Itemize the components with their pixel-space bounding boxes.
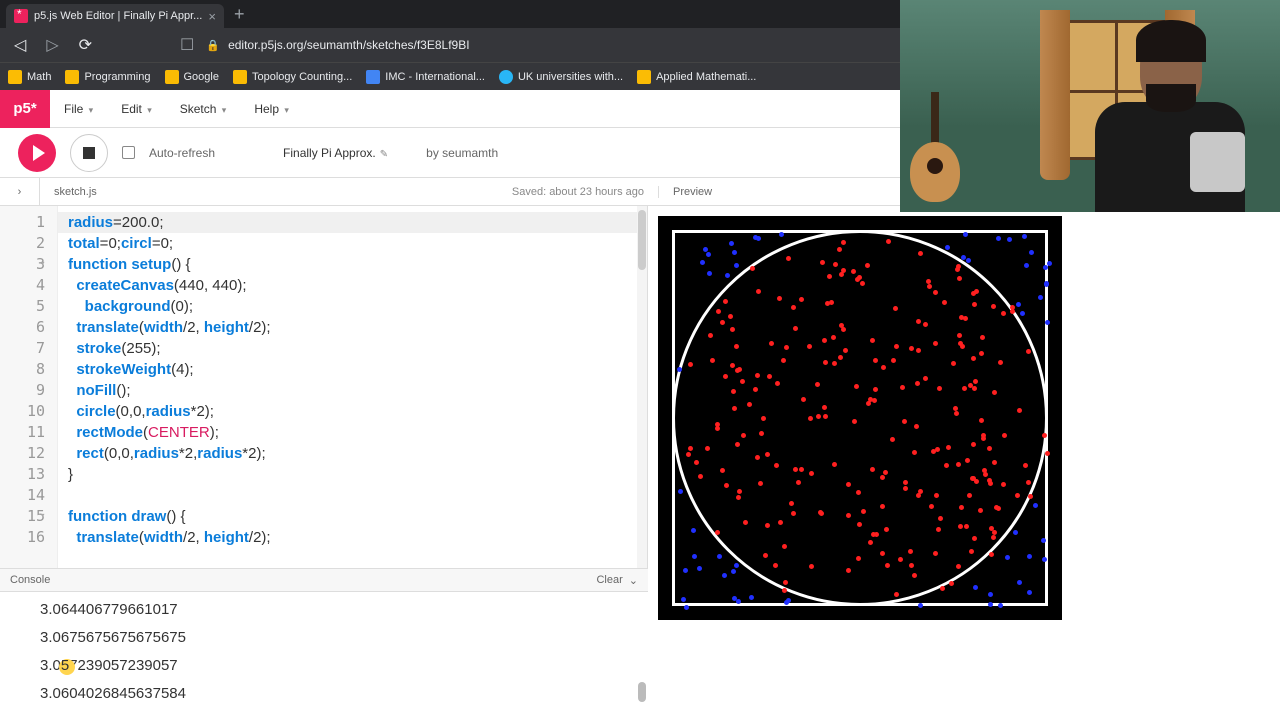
edit-name-icon[interactable]: ✎ xyxy=(380,149,388,160)
bookmark-label: UK universities with... xyxy=(518,71,623,83)
tab-title: p5.js Web Editor | Finally Pi Appr... xyxy=(34,10,202,22)
menu-help[interactable]: Help ▾ xyxy=(240,102,303,116)
url-text: editor.p5js.org/seumamth/sketches/f3E8Lf… xyxy=(228,38,469,52)
bookmark-page-icon[interactable]: ☐ xyxy=(180,35,194,55)
play-button[interactable] xyxy=(18,134,56,172)
bookmark-icon xyxy=(233,70,247,84)
forward-button: ▷ xyxy=(42,35,62,55)
webcam-overlay xyxy=(900,0,1280,212)
close-tab-icon[interactable]: × xyxy=(208,9,216,24)
bookmark-item[interactable]: IMC - International... xyxy=(366,70,485,84)
bookmark-label: Math xyxy=(27,71,51,83)
console-scrollbar[interactable] xyxy=(638,682,646,702)
author-byline: by seumamth xyxy=(426,146,498,160)
code-area[interactable]: radius=200.0; total=0;circl=0; function … xyxy=(58,206,647,568)
sidebar-toggle[interactable]: › xyxy=(0,178,40,206)
bookmark-label: Programming xyxy=(84,71,150,83)
console-line: 3.0604026845637584 xyxy=(40,680,648,708)
bookmark-label: Applied Mathemati... xyxy=(656,71,756,83)
file-tab-sketch[interactable]: sketch.js xyxy=(40,186,111,198)
preview-pane xyxy=(648,206,1280,568)
bookmark-item[interactable]: Programming xyxy=(65,70,150,84)
p5-favicon xyxy=(14,9,28,23)
p5-logo[interactable]: p5* xyxy=(0,90,50,128)
bookmark-icon xyxy=(366,70,380,84)
auto-refresh-label: Auto-refresh xyxy=(149,146,215,160)
console-clear-button[interactable]: Clear xyxy=(596,574,622,586)
console-title: Console xyxy=(10,574,50,586)
console-line: 3.057239057239057 xyxy=(40,652,648,680)
bookmark-icon xyxy=(637,70,651,84)
bookmark-item[interactable]: Applied Mathemati... xyxy=(637,70,756,84)
stop-button[interactable] xyxy=(70,134,108,172)
bookmark-item[interactable]: Google xyxy=(165,70,219,84)
bookmark-item[interactable]: Math xyxy=(8,70,51,84)
bookmark-icon xyxy=(8,70,22,84)
back-button[interactable]: ◁ xyxy=(10,35,30,55)
canvas-circle xyxy=(672,230,1048,606)
main-split: 12345678910111213141516 radius=200.0; to… xyxy=(0,206,1280,568)
console-line: 3.064406779661017 xyxy=(40,596,648,624)
url-field[interactable]: 🔒 editor.p5js.org/seumamth/sketches/f3E8… xyxy=(206,38,469,52)
bookmark-icon xyxy=(165,70,179,84)
bookmark-item[interactable]: UK universities with... xyxy=(499,70,623,84)
lock-icon: 🔒 xyxy=(206,39,220,52)
console-line: 3.0675675675675675 xyxy=(40,624,648,652)
menu-file[interactable]: File ▾ xyxy=(50,102,107,116)
saved-status: Saved: about 23 hours ago xyxy=(498,186,658,198)
console-collapse-icon[interactable]: ⌄ xyxy=(629,574,638,587)
menu-sketch[interactable]: Sketch ▾ xyxy=(166,102,241,116)
console-output[interactable]: 3.0644067796610173.06756756756756753.057… xyxy=(0,592,648,708)
reload-button[interactable]: ⟳ xyxy=(75,35,96,55)
menu-edit[interactable]: Edit ▾ xyxy=(107,102,166,116)
code-editor[interactable]: 12345678910111213141516 radius=200.0; to… xyxy=(0,206,648,568)
bookmark-icon xyxy=(65,70,79,84)
auto-refresh-checkbox[interactable] xyxy=(122,146,135,159)
sketch-name[interactable]: Finally Pi Approx.✎ xyxy=(283,146,388,160)
console-header: Console Clear ⌄ xyxy=(0,568,648,592)
line-gutter: 12345678910111213141516 xyxy=(0,206,58,568)
bookmark-label: Google xyxy=(184,71,219,83)
bookmark-icon xyxy=(499,70,513,84)
new-tab-button[interactable]: + xyxy=(224,4,255,25)
browser-tab[interactable]: p5.js Web Editor | Finally Pi Appr... × xyxy=(6,4,224,28)
bookmark-label: Topology Counting... xyxy=(252,71,352,83)
bookmark-label: IMC - International... xyxy=(385,71,485,83)
bookmark-item[interactable]: Topology Counting... xyxy=(233,70,352,84)
editor-scrollbar[interactable] xyxy=(637,206,647,568)
sketch-canvas xyxy=(658,216,1062,620)
